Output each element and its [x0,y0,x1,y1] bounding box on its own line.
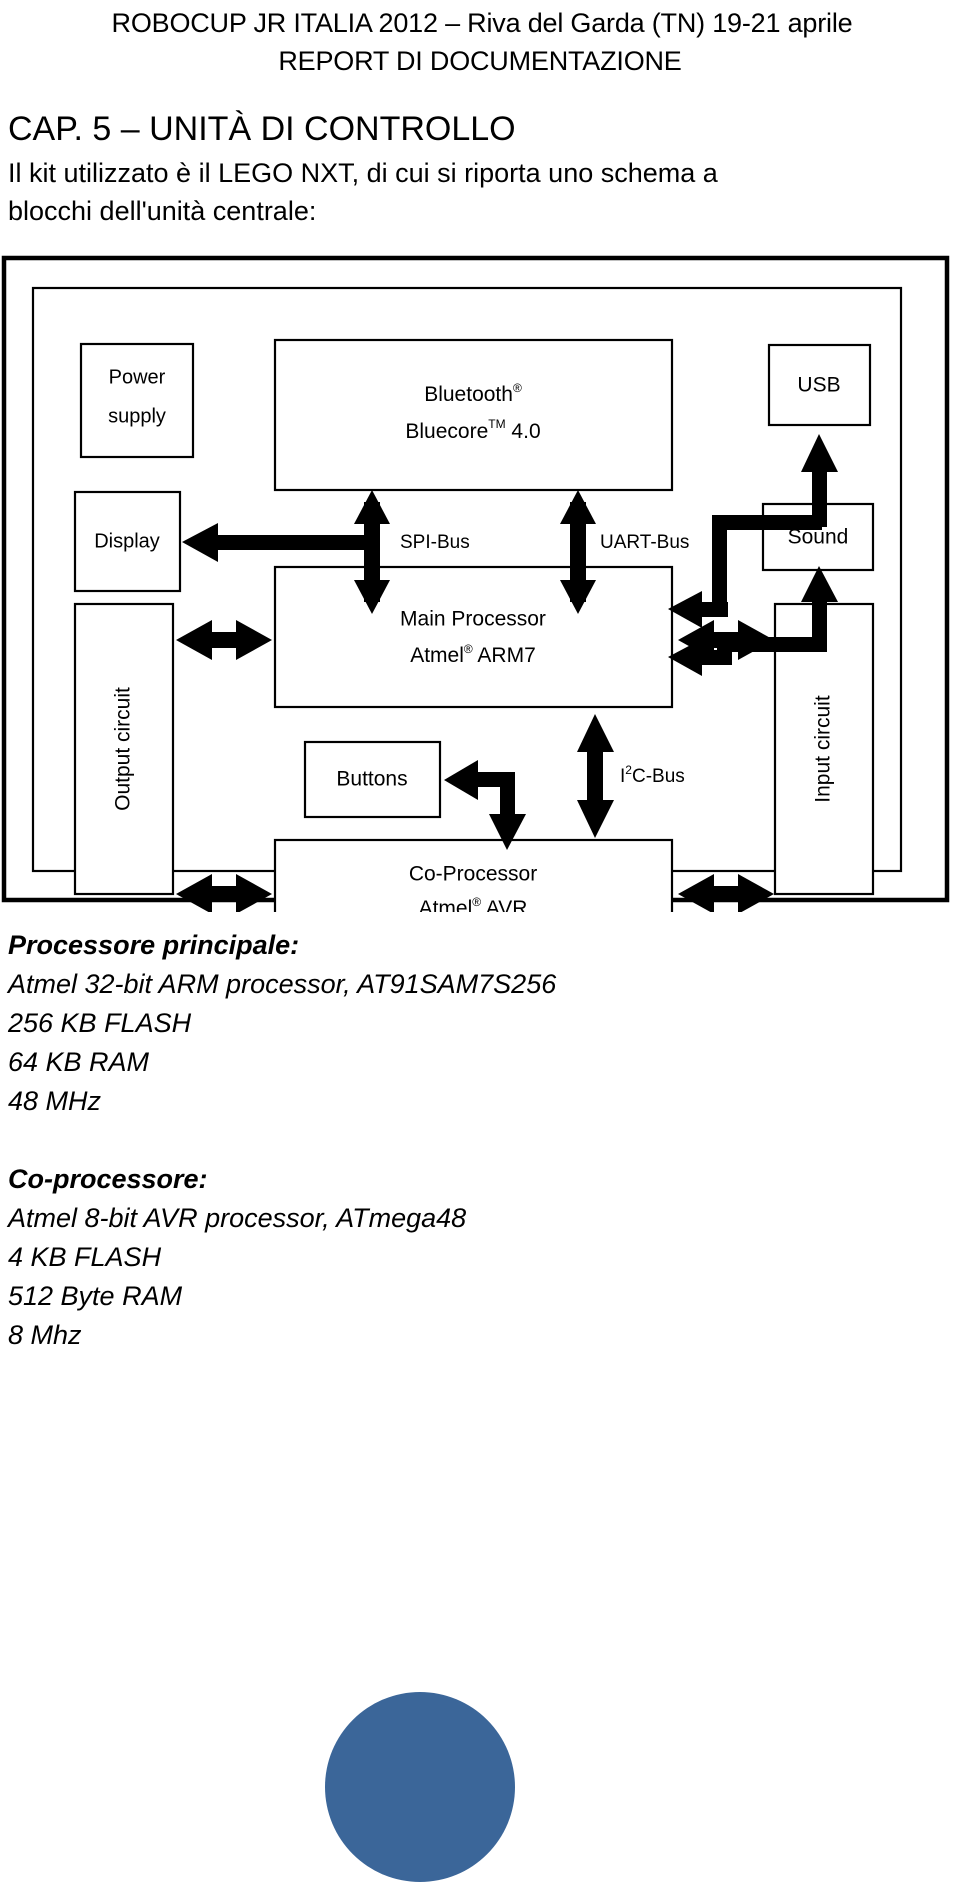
main-processor-spec-line-2: 64 KB RAM [8,1047,150,1077]
block-display-label: Display [94,530,160,552]
main-processor-spec-line-1: 256 KB FLASH [8,1008,192,1038]
co-processor-spec-line-2: 512 Byte RAM [8,1281,183,1311]
chapter-title: CAP. 5 – UNITÀ DI CONTROLLO [8,110,516,148]
block-co-processor-label-1: Co-Processor [409,863,537,886]
block-usb-label: USB [797,374,840,397]
block-power-supply-label-1: Power [109,366,166,388]
co-processor-spec-line-0: Atmel 8-bit AVR processor, ATmega48 [8,1203,467,1233]
intro-paragraph: Il kit utilizzato è il LEGO NXT, di cui … [0,154,960,230]
block-bluetooth [273,338,674,492]
block-main-processor-label-2: Atmel® ARM7 [410,642,536,666]
document-header: ROBOCUP JR ITALIA 2012 – Riva del Garda … [0,0,960,80]
bus-label-uart: UART-Bus [600,532,689,553]
header-report-line: REPORT DI DOCUMENTAZIONE [278,46,682,76]
block-power-supply [79,342,195,459]
spec-spacer [8,1121,960,1160]
intro-line-1: Il kit utilizzato è il LEGO NXT, di cui … [8,158,718,188]
block-output-circuit-label: Output circuit [112,687,135,811]
main-processor-spec-line-0: Atmel 32-bit ARM processor, AT91SAM7S256 [8,969,557,999]
block-bluetooth-label-2: BluecoreTM 4.0 [405,417,540,442]
page-decoration-circle [325,1692,515,1882]
block-diagram-svg: Power supply Bluetooth® BluecoreTM 4.0 U… [1,255,950,912]
co-processor-spec-line-1: 4 KB FLASH [8,1242,162,1272]
block-buttons-label: Buttons [336,768,407,791]
main-processor-spec-group: Processore principale: Atmel 32-bit ARM … [8,926,960,1121]
processor-specifications: Processore principale: Atmel 32-bit ARM … [0,926,960,1355]
co-processor-spec-line-3: 8 Mhz [8,1320,82,1350]
bus-label-spi: SPI-Bus [400,532,470,553]
block-main-processor [273,565,674,709]
main-processor-spec-line-3: 48 MHz [8,1086,102,1116]
co-processor-spec-group: Co-processore: Atmel 8-bit AVR processor… [8,1160,960,1355]
co-processor-spec-heading: Co-processore: [8,1164,208,1194]
nxt-block-diagram: Power supply Bluetooth® BluecoreTM 4.0 U… [0,252,960,912]
main-processor-spec-heading: Processore principale: [8,930,300,960]
block-bluetooth-label-1: Bluetooth® [424,381,522,405]
block-input-circuit-label: Input circuit [812,695,835,803]
header-event-line: ROBOCUP JR ITALIA 2012 – Riva del Garda … [111,8,853,38]
block-main-processor-label-1: Main Processor [400,608,546,631]
intro-line-2: blocchi dell'unità centrale: [8,196,317,226]
block-power-supply-label-2: supply [108,405,166,427]
